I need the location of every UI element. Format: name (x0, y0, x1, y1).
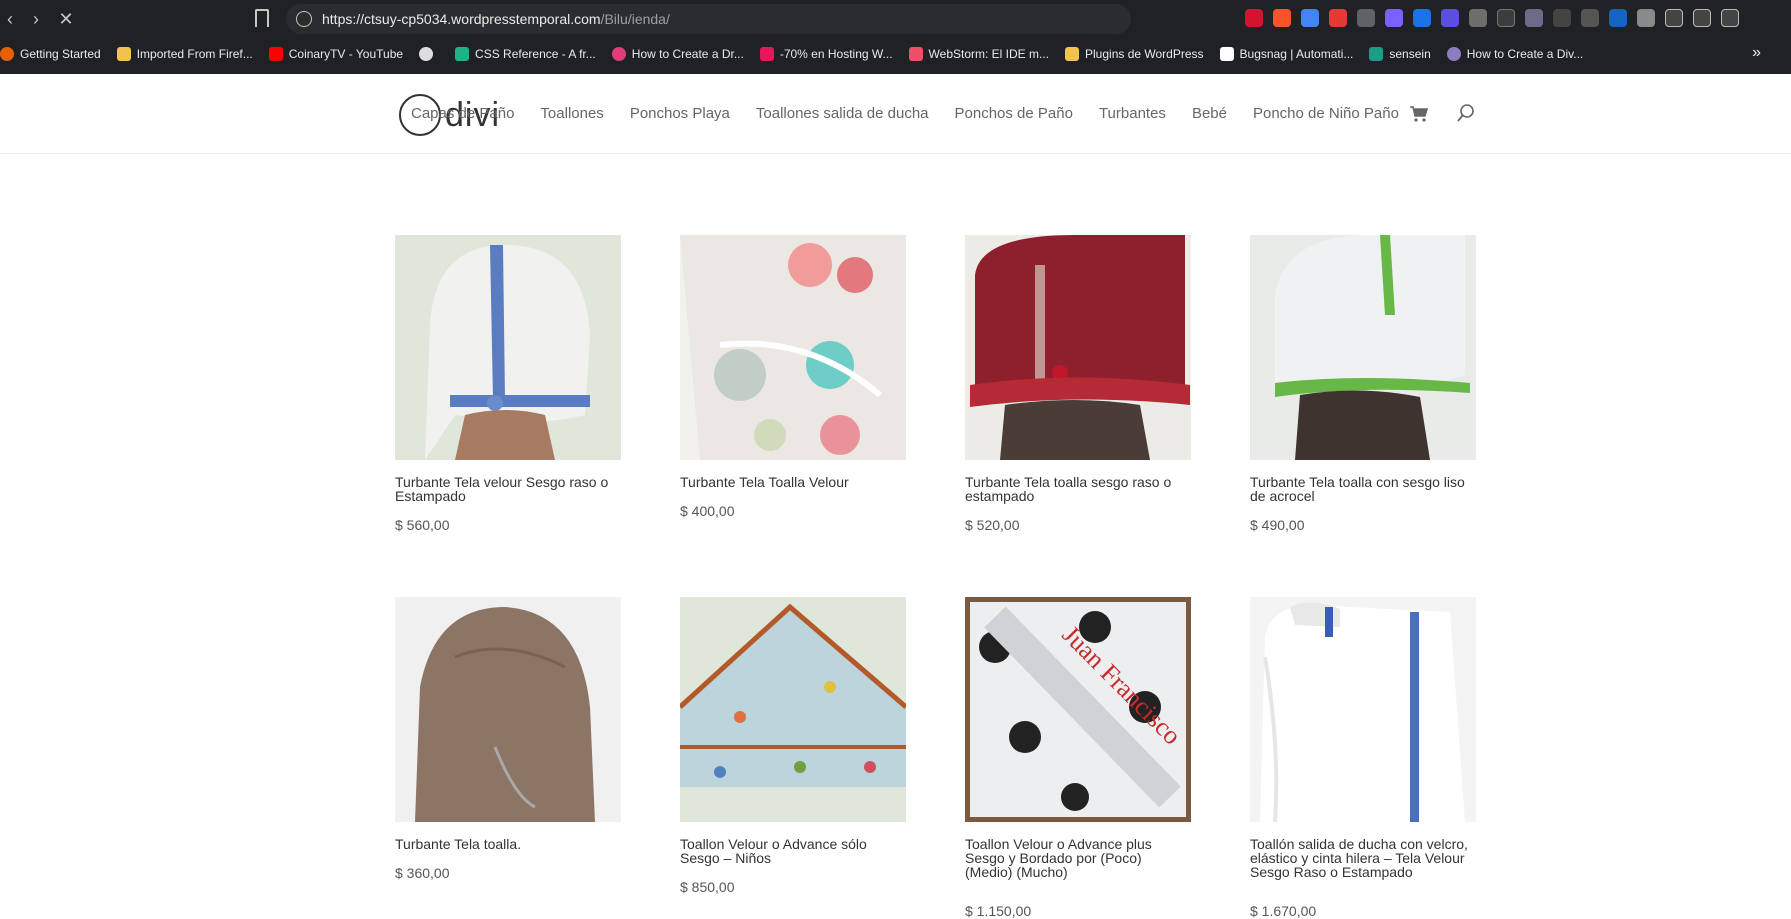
extension-icon[interactable] (1609, 9, 1627, 27)
bookmark-item[interactable]: CSS Reference - A fr... (455, 47, 596, 61)
product-price: $ 520,00 (965, 517, 1020, 533)
product-title[interactable]: Turbante Tela toalla con sesgo liso de a… (1250, 475, 1476, 503)
menu-item-toallones-ducha[interactable]: Toallones salida de ducha (756, 105, 929, 122)
menu-item-turbantes[interactable]: Turbantes (1099, 105, 1166, 122)
cart-icon[interactable] (1410, 106, 1428, 122)
product-image[interactable] (680, 597, 906, 822)
bookmarks-overflow-icon[interactable]: » (1752, 44, 1761, 62)
site-icon (1446, 47, 1461, 61)
bookmark-icon[interactable] (255, 9, 269, 27)
product-price: $ 400,00 (680, 503, 735, 519)
product-title[interactable]: Toallon Velour o Advance sólo Sesgo – Ni… (680, 837, 906, 865)
folder-icon (1065, 47, 1080, 61)
extension-icon[interactable] (1357, 9, 1375, 27)
bookmark-item[interactable]: sensein (1369, 47, 1431, 61)
bookmark-item[interactable]: CoinaryTV - YouTube (268, 47, 403, 61)
bookmark-item[interactable] (419, 47, 439, 61)
extension-icon[interactable] (1441, 9, 1459, 27)
product-price: $ 1.150,00 (965, 903, 1032, 919)
search-icon[interactable] (1457, 104, 1475, 122)
puzzle-icon[interactable] (1665, 9, 1683, 27)
sidebar-icon[interactable] (1693, 9, 1711, 27)
product-image[interactable]: Juan Francisco (965, 597, 1191, 822)
url-text: https://ctsuy-cp5034.wordpresstemporal.c… (322, 11, 670, 27)
translate-icon[interactable] (1301, 9, 1319, 27)
menu-item-capas[interactable]: Capas de Paño (411, 105, 514, 122)
extension-icon[interactable] (1385, 9, 1403, 27)
product-price: $ 1.670,00 (1250, 903, 1317, 919)
extension-icon[interactable] (1637, 9, 1655, 27)
forward-icon[interactable]: › (26, 9, 46, 29)
bookmark-item[interactable]: Plugins de WordPress (1065, 47, 1204, 61)
back-icon[interactable]: ‹ (0, 9, 20, 29)
sensein-icon (1369, 47, 1384, 61)
product-image[interactable] (395, 597, 621, 822)
webstorm-icon (908, 47, 923, 61)
product-title[interactable]: Turbante Tela velour Sesgo raso o Estamp… (395, 475, 621, 503)
site-info-icon[interactable] (296, 11, 312, 27)
css-tricks-icon (455, 47, 470, 61)
product-price: $ 560,00 (395, 517, 450, 533)
stop-loading-icon[interactable]: ✕ (56, 9, 76, 29)
product-image[interactable] (965, 235, 1191, 460)
product-price: $ 850,00 (680, 879, 735, 895)
browser-chrome: ‹ › ✕ https://ctsuy-cp5034.wordpresstemp… (0, 0, 1791, 74)
bookmarks-bar: Getting Started Imported From Firef... C… (0, 42, 1791, 66)
bugsnag-icon (1219, 47, 1234, 61)
product-title[interactable]: Turbante Tela Toalla Velour (680, 475, 906, 489)
bookmark-item[interactable]: WebStorm: El IDE m... (908, 47, 1049, 61)
menu-item-ponchos-playa[interactable]: Ponchos Playa (630, 105, 730, 122)
bookmark-item[interactable]: How to Create a Div... (1446, 47, 1583, 61)
hosting-icon (759, 47, 774, 61)
extension-icon[interactable] (1245, 9, 1263, 27)
extension-icon[interactable] (1469, 9, 1487, 27)
menu-item-bebe[interactable]: Bebé (1192, 105, 1227, 122)
product-title[interactable]: Toallón salida de ducha con velcro, elás… (1250, 837, 1476, 879)
product-title[interactable]: Turbante Tela toalla sesgo raso o estamp… (965, 475, 1191, 503)
menu-item-toallones[interactable]: Toallones (540, 105, 603, 122)
bookmark-item[interactable]: How to Create a Dr... (611, 47, 744, 61)
bookmark-item[interactable]: Imported From Firef... (116, 47, 253, 61)
main-menu: Capas de Paño Toallones Ponchos Playa To… (411, 105, 1399, 122)
extension-icon[interactable] (1497, 9, 1515, 27)
product-image[interactable] (680, 235, 906, 460)
extension-icon[interactable] (1525, 9, 1543, 27)
firefox-icon (0, 47, 14, 61)
browser-toolbar: ‹ › ✕ https://ctsuy-cp5034.wordpresstemp… (0, 0, 1791, 38)
star-icon (611, 47, 626, 61)
extension-icon[interactable] (1329, 9, 1347, 27)
product-title[interactable]: Turbante Tela toalla. (395, 837, 621, 851)
globe-icon (419, 47, 434, 61)
extension-icon[interactable] (1581, 9, 1599, 27)
product-price: $ 490,00 (1250, 517, 1305, 533)
youtube-icon (268, 47, 283, 61)
product-image[interactable] (1250, 235, 1476, 460)
product-price: $ 360,00 (395, 865, 450, 881)
folder-icon (116, 47, 131, 61)
address-bar[interactable]: https://ctsuy-cp5034.wordpresstemporal.c… (286, 4, 1131, 34)
extension-icon[interactable] (1413, 9, 1431, 27)
site-header: divi Capas de Paño Toallones Ponchos Pla… (0, 74, 1791, 154)
bookmark-item[interactable]: Bugsnag | Automati... (1219, 47, 1353, 61)
product-image[interactable] (1250, 597, 1476, 822)
bookmark-item[interactable]: -70% en Hosting W... (759, 47, 893, 61)
product-title[interactable]: Toallon Velour o Advance plus Sesgo y Bo… (965, 837, 1191, 879)
menu-item-ponchos-pano[interactable]: Ponchos de Paño (955, 105, 1073, 122)
extension-icon[interactable] (1553, 9, 1571, 27)
extensions-bar (1245, 9, 1739, 29)
product-image[interactable] (395, 235, 621, 460)
menu-item-poncho-nino[interactable]: Poncho de Niño Paño (1253, 105, 1399, 122)
wallet-icon[interactable] (1721, 9, 1739, 27)
brave-icon[interactable] (1273, 9, 1291, 27)
bookmark-item[interactable]: Getting Started (0, 47, 101, 61)
